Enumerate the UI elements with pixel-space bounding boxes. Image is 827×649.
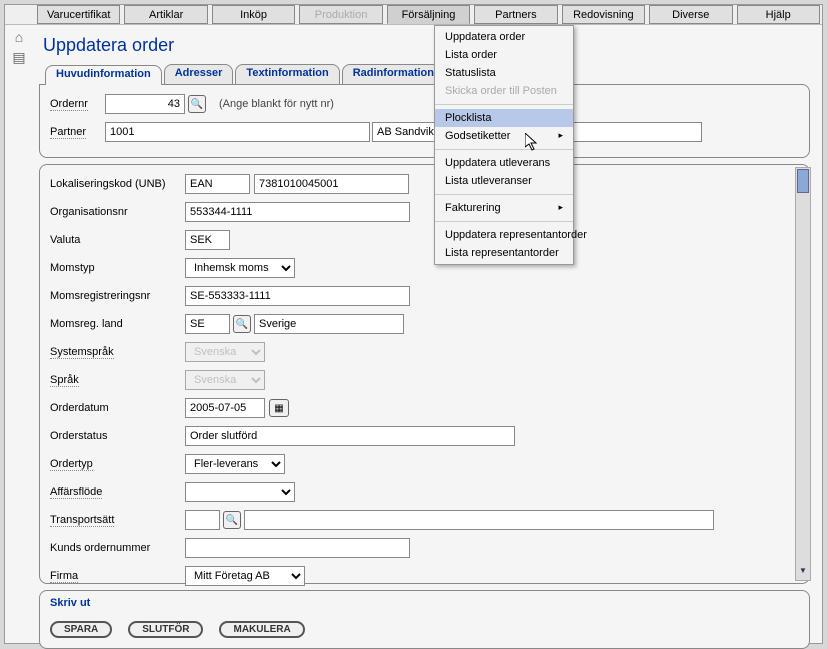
menu-diverse[interactable]: Diverse — [649, 5, 732, 24]
menu-separator — [435, 149, 573, 150]
mi-skicka-order: Skicka order till Posten — [435, 82, 573, 100]
lokal-label: Lokaliseringskod (UNB) — [50, 178, 185, 190]
orderstatus-label: Orderstatus — [50, 430, 185, 442]
action-panel: Skriv ut SPARA SLUTFÖR MAKULERA — [39, 590, 810, 649]
momsland-label: Momsreg. land — [50, 318, 185, 330]
calendar-icon[interactable]: ▦ — [269, 399, 289, 417]
mi-uppdatera-utleverans[interactable]: Uppdatera utleverans — [435, 154, 573, 172]
mi-godsetiketter[interactable]: Godsetiketter — [435, 127, 573, 145]
mi-uppdatera-order[interactable]: Uppdatera order — [435, 28, 573, 46]
momsreg-input — [185, 286, 410, 306]
transport-lookup-icon[interactable]: 🔍 — [223, 511, 241, 529]
transport-label: Transportsätt — [50, 514, 185, 526]
menu-separator — [435, 194, 573, 195]
kundsorder-label: Kunds ordernummer — [50, 542, 185, 554]
orgnr-input — [185, 202, 410, 222]
tab-huvudinformation[interactable]: Huvudinformation — [45, 65, 162, 85]
scroll-down-icon[interactable]: ▼ — [796, 566, 810, 580]
firma-select[interactable]: Mitt Företag AB — [185, 566, 305, 586]
sysspr-label: Systemspråk — [50, 346, 185, 358]
cancel-button[interactable]: MAKULERA — [219, 621, 304, 638]
menu-hjalp[interactable]: Hjälp — [737, 5, 820, 24]
save-button[interactable]: SPARA — [50, 621, 112, 638]
partner-code[interactable] — [105, 122, 370, 142]
sprak-select: Svenska — [185, 370, 265, 390]
momsland-lookup-icon[interactable]: 🔍 — [233, 315, 251, 333]
menu-separator — [435, 221, 573, 222]
valuta-input — [185, 230, 230, 250]
mi-statuslista[interactable]: Statuslista — [435, 64, 573, 82]
mi-lista-utleveranser[interactable]: Lista utleveranser — [435, 172, 573, 190]
menu-partners[interactable]: Partners — [474, 5, 557, 24]
menu-inkop[interactable]: Inköp — [212, 5, 295, 24]
lokal-value — [254, 174, 409, 194]
mi-fakturering[interactable]: Fakturering — [435, 199, 573, 217]
momstyp-label: Momstyp — [50, 262, 185, 274]
vertical-scrollbar[interactable]: ▲ ▼ — [795, 167, 811, 581]
momsland-name — [254, 314, 404, 334]
menu-redovisning[interactable]: Redovisning — [562, 5, 645, 24]
affarsflode-select[interactable] — [185, 482, 295, 502]
ordernr-input[interactable] — [105, 94, 185, 114]
mi-plocklista[interactable]: Plocklista — [435, 109, 573, 127]
ordertyp-select[interactable]: Fler-leverans — [185, 454, 285, 474]
lokal-code — [185, 174, 250, 194]
affarsflode-label: Affärsflöde — [50, 486, 185, 498]
firma-label: Firma — [50, 570, 185, 582]
orgnr-label: Organisationsnr — [50, 206, 185, 218]
momsreg-label: Momsregistreringsnr — [50, 290, 185, 302]
sprak-label: Språk — [50, 374, 185, 386]
menu-produktion: Produktion — [299, 5, 382, 24]
orderstatus-input — [185, 426, 515, 446]
momstyp-select[interactable]: Inhemsk moms — [185, 258, 295, 278]
tab-radinformation[interactable]: Radinformation — [342, 64, 445, 84]
menu-artiklar[interactable]: Artiklar — [124, 5, 207, 24]
menu-separator — [435, 104, 573, 105]
scroll-thumb[interactable] — [797, 169, 809, 193]
transport-name — [244, 510, 714, 530]
finish-button[interactable]: SLUTFÖR — [128, 621, 203, 638]
orderdatum-label: Orderdatum — [50, 402, 185, 414]
tab-textinformation[interactable]: Textinformation — [235, 64, 339, 84]
momsland-code[interactable] — [185, 314, 230, 334]
menu-forsaljning[interactable]: Försäljning — [387, 5, 470, 24]
ordertyp-label: Ordertyp — [50, 458, 185, 470]
form-panel: ▲ ▼ Lokaliseringskod (UNB) Organisations… — [39, 164, 810, 584]
list-icon[interactable]: ▤ — [11, 49, 27, 65]
menubar: Varucertifikat Artiklar Inköp Produktion… — [5, 5, 822, 25]
page-title: Uppdatera order — [35, 31, 814, 64]
dropdown-forsaljning: Uppdatera order Lista order Statuslista … — [434, 25, 574, 265]
mi-lista-representantorder[interactable]: Lista representantorder — [435, 244, 573, 262]
partner-label: Partner — [50, 126, 105, 138]
ordernr-lookup-icon[interactable]: 🔍 — [188, 95, 206, 113]
sysspr-select: Svenska — [185, 342, 265, 362]
orderdatum-input[interactable] — [185, 398, 265, 418]
ordernr-label: Ordernr — [50, 98, 105, 110]
transport-input[interactable] — [185, 510, 220, 530]
kundsorder-input[interactable] — [185, 538, 410, 558]
ordernr-hint: (Ange blankt för nytt nr) — [219, 98, 334, 110]
tab-adresser[interactable]: Adresser — [164, 64, 234, 84]
home-icon[interactable]: ⌂ — [11, 29, 27, 45]
mi-lista-order[interactable]: Lista order — [435, 46, 573, 64]
mi-uppdatera-representantorder[interactable]: Uppdatera representantorder — [435, 226, 573, 244]
menu-varucertifikat[interactable]: Varucertifikat — [37, 5, 120, 24]
order-header-panel: Ordernr 🔍 (Ange blankt för nytt nr) Part… — [39, 84, 810, 158]
tabstrip: Huvudinformation Adresser Textinformatio… — [35, 64, 814, 84]
valuta-label: Valuta — [50, 234, 185, 246]
print-link[interactable]: Skriv ut — [40, 591, 809, 615]
